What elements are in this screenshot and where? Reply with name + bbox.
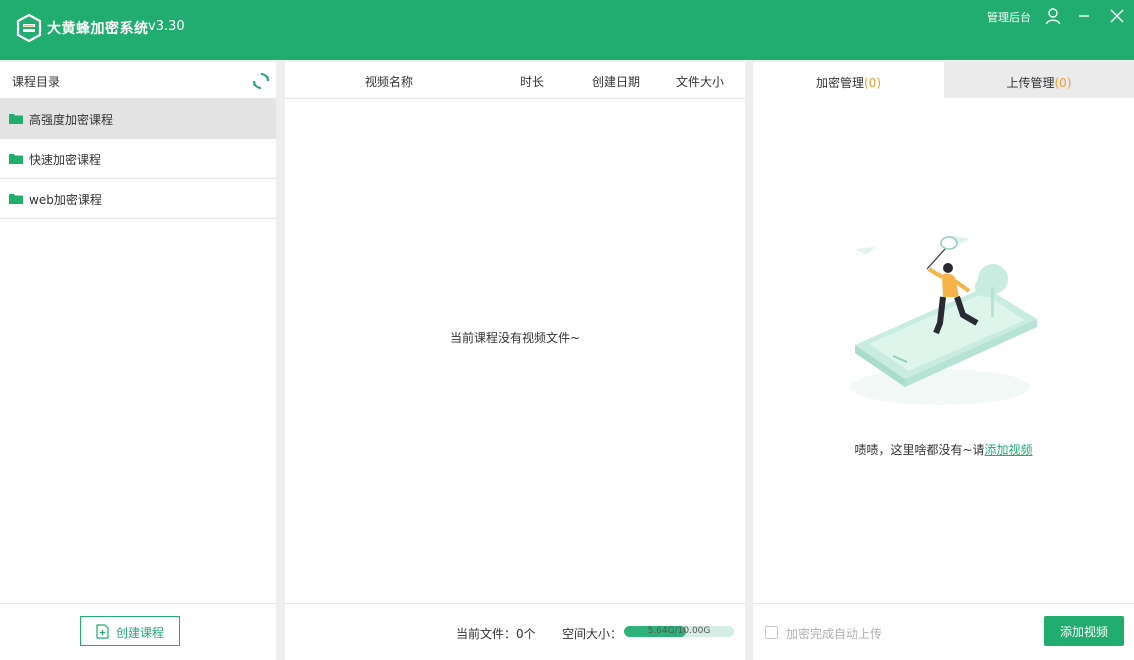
sidebar-footer: 创建课程 (0, 603, 276, 660)
user-icon[interactable] (1045, 8, 1061, 24)
folder-icon (9, 194, 23, 204)
folder-icon (9, 154, 23, 164)
add-video-button[interactable]: 添加视频 (1044, 616, 1124, 646)
column-duration[interactable]: 时长 (520, 73, 544, 90)
sidebar-item-label: 高强度加密课程 (29, 113, 114, 127)
add-video-link[interactable]: 添加视频 (985, 443, 1033, 457)
video-table-header: 视频名称 时长 创建日期 文件大小 (285, 62, 745, 99)
tab-count: (0) (1054, 76, 1072, 90)
sidebar-header: 课程目录 (0, 62, 276, 99)
auto-upload-checkbox[interactable] (765, 626, 778, 639)
empty-video-text: 当前课程没有视频文件~ (449, 331, 581, 345)
course-sidebar: 课程目录 高强度加密课程 快速加密课程 web加密课程 创建课程 (0, 62, 276, 660)
new-file-icon (96, 624, 109, 639)
refresh-icon[interactable] (252, 72, 270, 90)
title-bar: 大黄蜂加密系统 v3.30 管理后台 (0, 0, 1134, 60)
tab-label: 上传管理 (1006, 76, 1055, 90)
column-created-date[interactable]: 创建日期 (592, 73, 640, 90)
empty-state-illustration (850, 235, 1037, 405)
space-value: 5.64G/10.00G (647, 626, 711, 636)
auto-upload-label: 加密完成自动上传 (786, 627, 883, 641)
admin-link[interactable]: 管理后台 (987, 9, 1031, 25)
space-progress-bar: 5.64G/10.00G (624, 626, 734, 637)
video-list-panel: 视频名称 时长 创建日期 文件大小 当前课程没有视频文件~ 当前文件：0个 空间… (285, 62, 745, 660)
file-count: 当前文件：0个 (456, 627, 536, 641)
empty-state-message: 啧啧，这里啥都没有~请添加视频 (753, 441, 1134, 458)
empty-state-text: 啧啧，这里啥都没有~请 (854, 443, 985, 457)
app-version: v3.30 (148, 19, 185, 34)
manage-footer: 加密完成自动上传 添加视频 (753, 603, 1134, 660)
video-list-footer: 当前文件：0个 空间大小： 5.64G/10.00G (285, 603, 745, 660)
space-label: 空间大小： (562, 627, 623, 641)
app-title: 大黄蜂加密系统 (47, 21, 149, 37)
tab-upload-manage[interactable]: 上传管理(0) (944, 62, 1134, 98)
manage-tabs: 加密管理(0) 上传管理(0) (753, 62, 1134, 98)
tab-encrypt-manage[interactable]: 加密管理(0) (753, 62, 944, 98)
tab-count: (0) (864, 76, 881, 90)
sidebar-item-label: web加密课程 (29, 193, 102, 207)
folder-icon (9, 114, 23, 124)
create-course-button[interactable]: 创建课程 (80, 616, 180, 646)
minimize-icon[interactable] (1076, 8, 1092, 24)
sidebar-item-web[interactable]: web加密课程 (0, 179, 276, 219)
column-file-size[interactable]: 文件大小 (676, 73, 724, 90)
sidebar-item-fast[interactable]: 快速加密课程 (0, 139, 276, 179)
close-icon[interactable] (1109, 8, 1125, 24)
app-logo-icon (16, 14, 42, 42)
manage-panel: 加密管理(0) 上传管理(0) 啧啧，这里啥都没有~请添加视频 加密完成自动上传… (753, 62, 1134, 660)
column-video-name[interactable]: 视频名称 (365, 73, 413, 90)
sidebar-item-label: 快速加密课程 (29, 153, 102, 167)
sidebar-item-high-strength[interactable]: 高强度加密课程 (0, 99, 276, 139)
create-course-label: 创建课程 (116, 626, 165, 640)
tab-label: 加密管理 (815, 76, 864, 90)
sidebar-title: 课程目录 (12, 75, 61, 89)
